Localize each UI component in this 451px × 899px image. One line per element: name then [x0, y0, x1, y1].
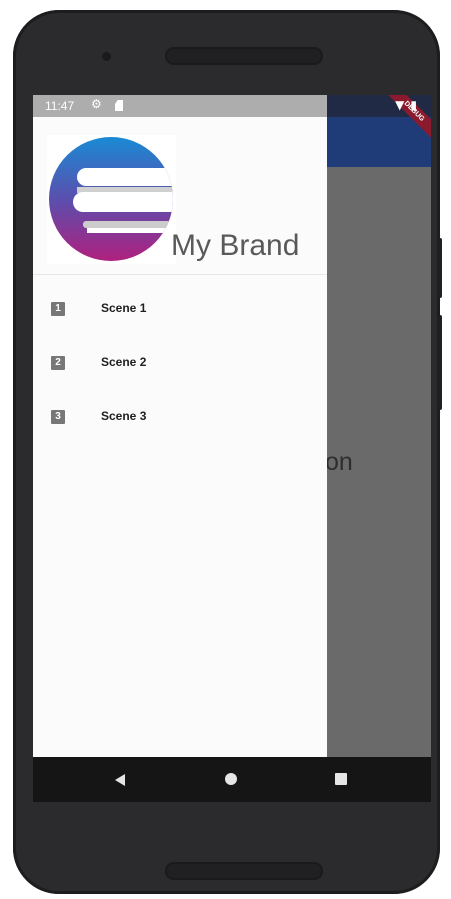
back-icon[interactable] [115, 774, 125, 786]
drawer-status-bar: 11:47 ⚙ [33, 95, 327, 117]
sd-card-icon [115, 100, 123, 111]
home-icon[interactable] [225, 773, 237, 785]
drawer-header: My Brand [33, 117, 327, 275]
recents-icon[interactable] [335, 773, 347, 785]
drawer-item-scene-3[interactable]: 3 Scene 3 [33, 398, 327, 438]
brand-title: My Brand [171, 229, 300, 262]
power-button [438, 238, 442, 298]
front-camera [102, 52, 111, 61]
status-right-icons: ▼ ▮ [395, 98, 417, 112]
navigation-drawer: 11:47 ⚙ My Brand 1 Scene 1 2 Scene 2 3 S… [33, 95, 327, 757]
drawer-item-label: Scene 2 [101, 355, 147, 369]
system-navigation-bar [33, 757, 431, 802]
drawer-item-label: Scene 1 [101, 301, 147, 315]
drawer-item-scene-1[interactable]: 1 Scene 1 [33, 290, 327, 330]
screen: on ▼ ▮ DEBUG 11:47 ⚙ My Brand 1 Scene 1 … [33, 95, 431, 802]
bottom-speaker [165, 862, 323, 880]
volume-button [438, 315, 442, 410]
scene-3-icon: 3 [51, 410, 65, 424]
drawer-item-scene-2[interactable]: 2 Scene 2 [33, 344, 327, 384]
scene-2-icon: 2 [51, 356, 65, 370]
settings-icon: ⚙ [91, 97, 102, 111]
battery-icon: ▮ [410, 98, 417, 112]
scene-1-icon: 1 [51, 302, 65, 316]
drawer-item-label: Scene 3 [101, 409, 147, 423]
brand-logo-icon [47, 135, 176, 264]
wifi-icon: ▼ [395, 98, 405, 112]
top-speaker [165, 47, 323, 65]
background-text: on [325, 448, 353, 476]
status-time: 11:47 [45, 99, 75, 113]
